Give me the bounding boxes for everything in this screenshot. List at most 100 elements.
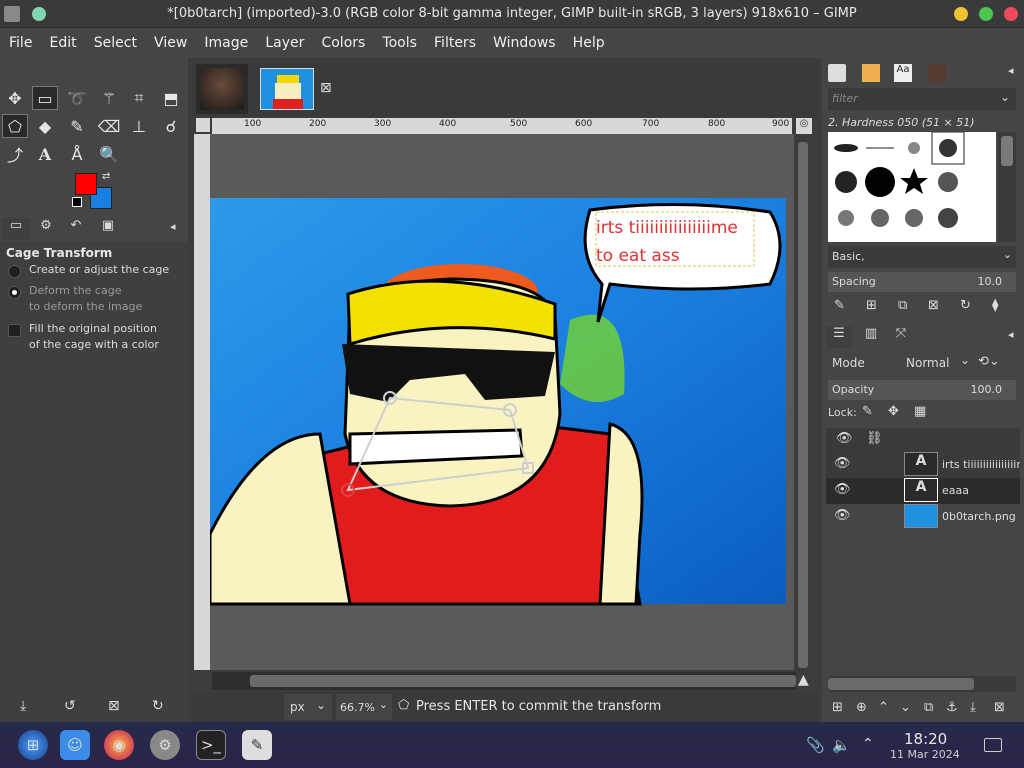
maximize-button[interactable] bbox=[979, 7, 993, 21]
move-tool-icon[interactable]: ✥ bbox=[2, 86, 28, 110]
images-tab[interactable]: ▣ bbox=[96, 218, 120, 240]
paths-tab[interactable]: ⤧ bbox=[888, 326, 914, 348]
smudge-tool-icon[interactable]: ☌ bbox=[158, 114, 184, 138]
vertical-scrollbar[interactable] bbox=[796, 136, 810, 672]
menu-image[interactable]: Image bbox=[198, 28, 254, 51]
reset-mode-icon[interactable]: ⟲⌄ bbox=[978, 354, 1000, 369]
notifications-icon[interactable] bbox=[984, 738, 1002, 752]
menu-help[interactable]: Help bbox=[567, 28, 611, 51]
spacing-field[interactable]: Spacing 10.0 bbox=[828, 272, 1016, 292]
speech-text-line-2[interactable]: to eat ass bbox=[596, 246, 680, 266]
delete-brush-icon[interactable]: ⊠ bbox=[928, 298, 939, 313]
raise-layer-icon[interactable]: ⌃ bbox=[878, 700, 889, 715]
firefox-icon[interactable]: ◉ bbox=[104, 730, 134, 760]
horizontal-ruler[interactable]: 100 200 300 400 500 600 700 800 900 bbox=[212, 118, 792, 134]
new-layer-icon[interactable]: ⊕ bbox=[856, 700, 867, 715]
dynamics-tab[interactable] bbox=[928, 64, 946, 82]
layer-row[interactable]: 👁 A eaaa bbox=[826, 478, 1020, 504]
refresh-brushes-icon[interactable]: ↻ bbox=[960, 298, 971, 313]
cage-transform-tool-icon[interactable]: ⬠ bbox=[2, 114, 28, 138]
zoom-select[interactable]: 66.7% ⌄ bbox=[336, 694, 392, 720]
paperclip-icon[interactable]: 📎 bbox=[806, 736, 825, 754]
restore-options-button[interactable]: ↺ bbox=[64, 698, 76, 714]
quick-mask-toggle[interactable] bbox=[196, 118, 210, 132]
option-deform-cage[interactable]: Deform the cage to deform the image bbox=[8, 283, 142, 315]
image-tab-photo[interactable] bbox=[196, 64, 248, 114]
eye-icon[interactable]: 👁 bbox=[834, 456, 851, 471]
color-picker-tool-icon[interactable]: Å bbox=[64, 142, 90, 166]
crop-tool-icon[interactable]: ⌗ bbox=[126, 86, 152, 110]
tool-options-tab[interactable]: ▭ bbox=[2, 218, 30, 240]
delete-options-button[interactable]: ⊠ bbox=[108, 698, 120, 714]
paintbrush-tool-icon[interactable]: ✎ bbox=[64, 114, 90, 138]
lock-alpha-icon[interactable]: ▦ bbox=[914, 404, 926, 419]
menu-windows[interactable]: Windows bbox=[487, 28, 562, 51]
dock-menu-icon[interactable]: ◂ bbox=[1008, 328, 1014, 341]
terminal-icon[interactable]: >_ bbox=[196, 730, 226, 760]
zoom-fit-icon[interactable]: ▲ bbox=[798, 672, 809, 688]
anchor-layer-icon[interactable]: ⚓ bbox=[946, 700, 958, 715]
edit-brush-icon[interactable]: ✎ bbox=[834, 298, 845, 313]
delete-layer-icon[interactable]: ⊠ bbox=[994, 700, 1005, 715]
swap-colors-icon[interactable]: ⇄ bbox=[102, 171, 110, 182]
menu-colors[interactable]: Colors bbox=[315, 28, 371, 51]
lock-pixels-icon[interactable]: ✎ bbox=[862, 404, 873, 419]
unified-transform-tool-icon[interactable]: ⬒ bbox=[158, 86, 184, 110]
layers-tab[interactable]: ☰ bbox=[826, 326, 852, 348]
rect-select-tool-icon[interactable]: ▭ bbox=[32, 86, 58, 110]
menu-layer[interactable]: Layer bbox=[259, 28, 310, 51]
layer-row[interactable]: 👁 A irts tiiiiiiiiiiiiiiiime bbox=[826, 452, 1020, 478]
radio-deform-cage[interactable] bbox=[8, 286, 21, 299]
clock-time[interactable]: 18:20 bbox=[904, 730, 947, 748]
brush-grid-scrollbar[interactable] bbox=[998, 132, 1016, 242]
start-menu-icon[interactable]: ⊞ bbox=[18, 730, 48, 760]
undo-history-tab[interactable]: ↶ bbox=[64, 218, 88, 240]
chevron-down-icon[interactable]: ⌄ bbox=[1000, 90, 1010, 104]
option-fill-original[interactable]: Fill the original position of the cage w… bbox=[8, 321, 159, 353]
minimize-button[interactable] bbox=[954, 7, 968, 21]
vertical-ruler[interactable] bbox=[194, 134, 210, 670]
checkbox-fill-original[interactable] bbox=[8, 324, 21, 337]
close-button[interactable] bbox=[1004, 7, 1018, 21]
gimp-icon[interactable]: ✎ bbox=[242, 730, 272, 760]
volume-icon[interactable]: 🔈 bbox=[832, 736, 851, 754]
radio-create-cage[interactable] bbox=[8, 265, 21, 278]
navigate-icon[interactable]: ◎ bbox=[796, 118, 812, 134]
settings-icon[interactable]: ⚙ bbox=[150, 730, 180, 760]
close-image-tab-icon[interactable]: ⊠ bbox=[320, 80, 332, 96]
image-tab-active[interactable] bbox=[260, 68, 314, 110]
clone-tool-icon[interactable]: ⊥ bbox=[126, 114, 152, 138]
layer-row[interactable]: 👁 0b0tarch.png bbox=[826, 504, 1020, 530]
text-tool-icon[interactable]: A bbox=[32, 142, 58, 166]
opacity-field[interactable]: Opacity 100.0 bbox=[828, 380, 1016, 400]
unit-select[interactable]: px ⌄ bbox=[284, 694, 332, 720]
patterns-tab[interactable] bbox=[862, 64, 880, 82]
zoom-tool-icon[interactable]: 🔍 bbox=[96, 142, 122, 166]
image-canvas[interactable]: irts tiiiiiiiiiiiiiiiime to eat ass bbox=[210, 134, 794, 670]
bucket-fill-tool-icon[interactable]: ◆ bbox=[32, 114, 58, 138]
menu-tools[interactable]: Tools bbox=[376, 28, 423, 51]
eye-icon[interactable]: 👁 bbox=[834, 482, 851, 497]
default-colors-icon[interactable] bbox=[72, 197, 82, 207]
dock-menu-icon[interactable]: ◂ bbox=[170, 220, 176, 233]
layer-mode-select[interactable]: Normal ⌄ bbox=[902, 352, 972, 374]
new-layer-group-icon[interactable]: ⊞ bbox=[832, 700, 843, 715]
fuzzy-select-tool-icon[interactable]: ⚚ bbox=[96, 86, 122, 110]
paths-tool-icon[interactable]: ⤴ bbox=[2, 142, 28, 166]
layers-hscrollbar[interactable] bbox=[828, 676, 1016, 692]
fonts-tab[interactable]: Aa bbox=[894, 64, 912, 82]
brush-preset-select[interactable]: Basic, ⌄ bbox=[828, 246, 1016, 268]
menu-edit[interactable]: Edit bbox=[44, 28, 83, 51]
foreground-color-swatch[interactable] bbox=[75, 173, 97, 195]
clock-date[interactable]: 11 Mar 2024 bbox=[890, 748, 960, 761]
brushes-tab[interactable] bbox=[828, 64, 846, 82]
lock-position-icon[interactable]: ✥ bbox=[888, 404, 899, 419]
horizontal-scrollbar[interactable] bbox=[212, 672, 796, 690]
menu-view[interactable]: View bbox=[148, 28, 193, 51]
lower-layer-icon[interactable]: ⌄ bbox=[900, 700, 911, 715]
option-create-cage[interactable]: Create or adjust the cage bbox=[8, 262, 169, 278]
dock-menu-icon[interactable]: ◂ bbox=[1008, 64, 1014, 77]
save-options-button[interactable]: ⤓ bbox=[20, 698, 26, 714]
device-status-tab[interactable]: ⚙ bbox=[34, 218, 58, 240]
brush-grid[interactable] bbox=[828, 131, 996, 242]
